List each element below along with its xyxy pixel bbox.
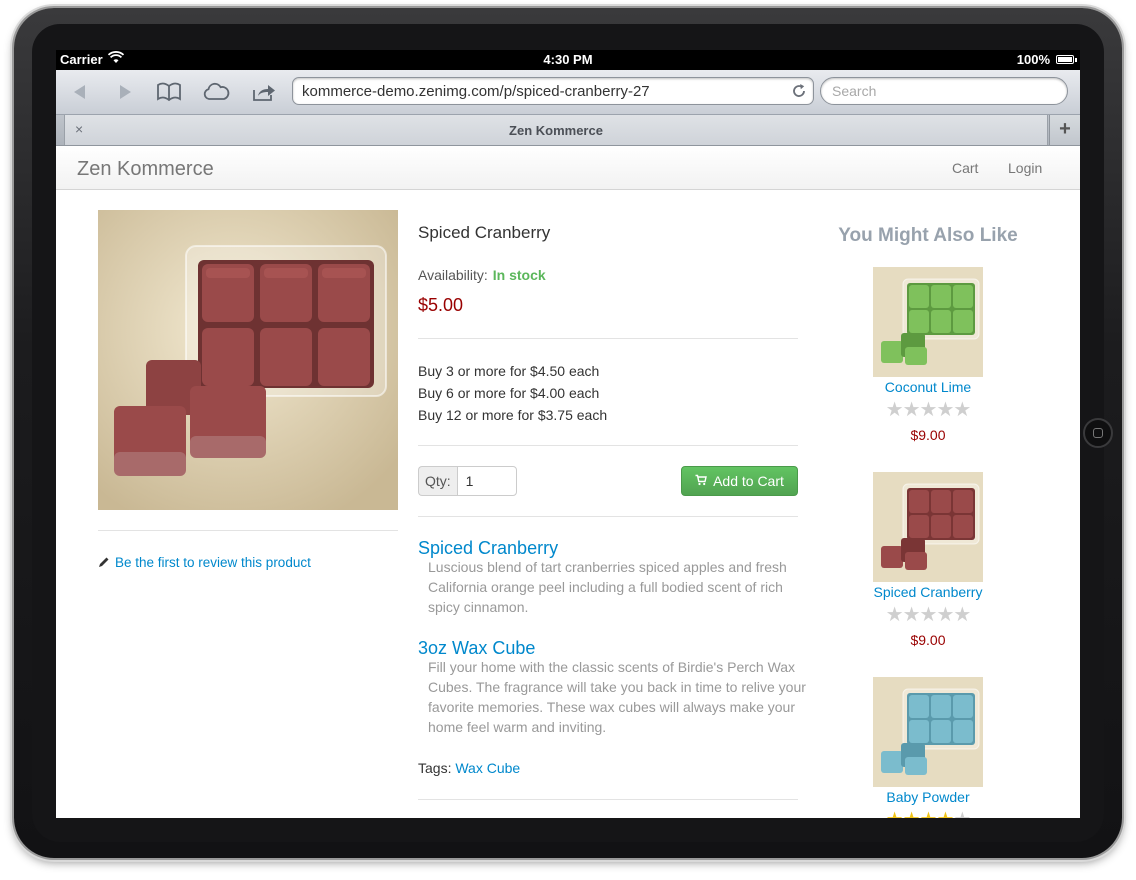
url-text: kommerce-demo.zenimg.com/p/spiced-cranbe… <box>302 83 650 100</box>
home-button[interactable] <box>1083 418 1113 448</box>
home-square-icon <box>1093 428 1103 438</box>
site-brand[interactable]: Zen Kommerce <box>77 158 214 181</box>
availability-label: Availability: <box>418 267 488 283</box>
related-thumbnail[interactable] <box>873 472 983 582</box>
star-icon: ★ <box>902 604 921 626</box>
rating-stars: ★★★★★ <box>828 602 1028 627</box>
tier-pricing: Buy 3 or more for $4.50 each Buy 6 or mo… <box>418 360 607 426</box>
rating-stars: ★★★★★ <box>828 807 1028 818</box>
screen: Carrier 4:30 PM 100% kommerce-demo.zenim… <box>56 50 1080 818</box>
add-to-cart-button[interactable]: Add to Cart <box>681 466 798 496</box>
nav-cart-link[interactable]: Cart <box>952 160 978 176</box>
tags-label: Tags: <box>418 760 452 776</box>
cart-icon <box>695 473 707 489</box>
star-icon: ★ <box>936 604 954 626</box>
tab-zen-kommerce[interactable]: × Zen Kommerce <box>64 115 1048 145</box>
rating-stars: ★★★★★ <box>828 397 1028 422</box>
url-bar[interactable]: kommerce-demo.zenimg.com/p/spiced-cranbe… <box>292 77 814 105</box>
search-input[interactable] <box>820 77 1068 105</box>
battery-percent: 100% <box>1016 52 1050 67</box>
battery-icon <box>1056 55 1074 64</box>
back-icon[interactable] <box>66 79 94 105</box>
option-title[interactable]: 3oz Wax Cube <box>418 638 535 659</box>
review-link[interactable]: Be the first to review this product <box>98 555 311 571</box>
star-icon: ★ <box>936 399 954 421</box>
option-description: Fill your home with the classic scents o… <box>428 659 806 735</box>
star-icon: ★ <box>885 399 904 421</box>
star-icon: ★ <box>920 809 938 818</box>
related-price: $9.00 <box>910 632 946 648</box>
clock: 4:30 PM <box>543 52 593 67</box>
star-icon: ★ <box>902 399 921 421</box>
related-name[interactable]: Baby Powder <box>828 789 1028 805</box>
new-tab-button[interactable]: + <box>1049 115 1080 145</box>
product-image <box>98 210 398 510</box>
tab-title: Zen Kommerce <box>509 123 603 138</box>
related-thumbnail[interactable] <box>873 677 983 787</box>
star-icon: ★ <box>953 399 971 421</box>
tags: Tags: Wax Cube <box>418 760 520 776</box>
star-icon: ★ <box>886 809 904 818</box>
star-icon: ★ <box>903 809 921 818</box>
review-link-text: Be the first to review this product <box>115 555 311 570</box>
bookmarks-icon[interactable] <box>155 79 183 105</box>
quantity-group: Qty: <box>418 466 517 496</box>
share-icon[interactable] <box>250 79 278 105</box>
star-icon: ★ <box>885 604 904 626</box>
star-icon: ★ <box>953 809 971 818</box>
icloud-icon[interactable] <box>202 79 230 105</box>
option-title[interactable]: Spiced Cranberry <box>418 538 558 559</box>
divider <box>418 338 798 339</box>
availability: Availability: In stock <box>418 267 546 283</box>
divider <box>418 516 798 517</box>
related-thumbnail[interactable] <box>873 267 983 377</box>
star-icon: ★ <box>919 604 938 626</box>
related-name[interactable]: Coconut Lime <box>828 379 1028 395</box>
related-price: $9.00 <box>910 427 946 443</box>
divider <box>98 530 398 531</box>
status-bar: Carrier 4:30 PM 100% <box>56 50 1080 70</box>
tag-link[interactable]: Wax Cube <box>455 760 520 776</box>
add-to-cart-label: Add to Cart <box>713 473 784 489</box>
tab-bar: × Zen Kommerce + <box>56 115 1080 146</box>
quantity-input[interactable] <box>456 466 517 496</box>
product-price: $5.00 <box>418 295 464 315</box>
star-icon: ★ <box>953 604 971 626</box>
forward-icon[interactable] <box>111 79 139 105</box>
stock-status: In stock <box>492 267 546 283</box>
tier-price-item: Buy 12 or more for $3.75 each <box>418 407 608 423</box>
pencil-icon <box>98 556 110 571</box>
tier-price-item: Buy 3 or more for $4.50 each <box>418 363 600 379</box>
related-name[interactable]: Spiced Cranberry <box>828 584 1028 600</box>
site-navbar: Zen Kommerce Cart Login <box>56 146 1080 190</box>
related-title: You Might Also Like <box>838 225 1018 246</box>
reload-icon[interactable] <box>791 83 807 103</box>
option-description: Luscious blend of tart cranberries spice… <box>428 559 787 615</box>
browser-toolbar: kommerce-demo.zenimg.com/p/spiced-cranbe… <box>56 70 1080 115</box>
star-icon: ★ <box>936 809 954 818</box>
nav-login-link[interactable]: Login <box>1008 160 1042 176</box>
divider <box>418 799 798 800</box>
battery-tip <box>1075 58 1077 62</box>
qty-label: Qty: <box>418 466 457 496</box>
divider <box>418 445 798 446</box>
star-icon: ★ <box>919 399 938 421</box>
product-title: Spiced Cranberry <box>418 223 551 242</box>
tier-price-item: Buy 6 or more for $4.00 each <box>418 385 600 401</box>
